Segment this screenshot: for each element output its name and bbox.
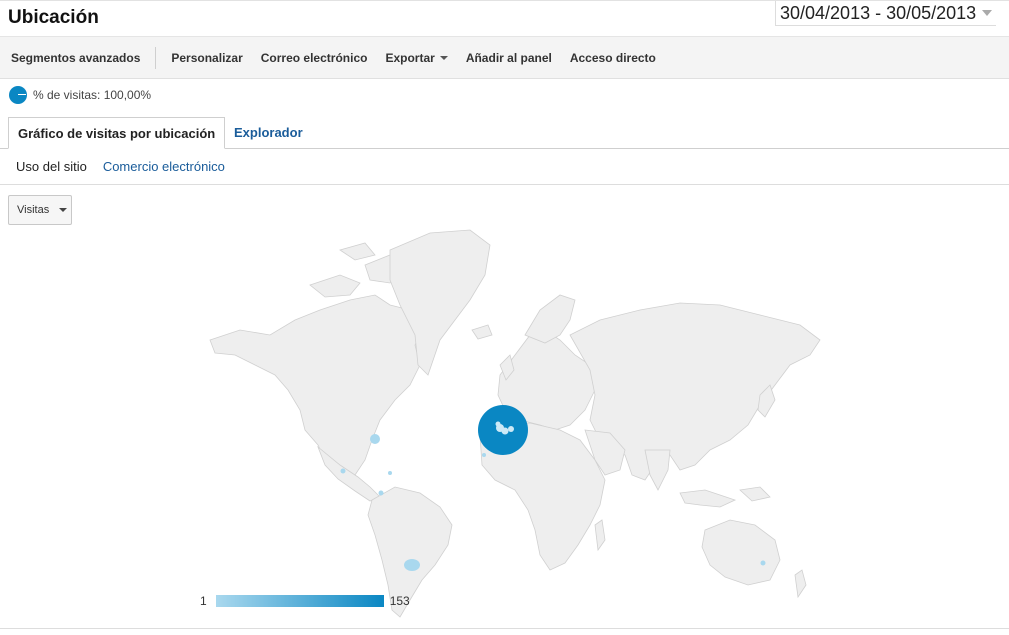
subtabs: Uso del sitio Comercio electrónico — [0, 149, 1009, 185]
chevron-down-icon — [59, 208, 68, 212]
tab-explorer[interactable]: Explorador — [225, 117, 312, 147]
date-range-label: 30/04/2013 - 30/05/2013 — [780, 2, 977, 23]
bubble-australia[interactable] — [760, 560, 766, 566]
segment-visits-label: % de visitas: 100,00% — [33, 88, 152, 102]
toolbar: Segmentos avanzados Personalizar Correo … — [0, 36, 1009, 79]
toolbar-divider — [155, 46, 157, 69]
map-india — [644, 449, 671, 491]
legend-min: 1 — [200, 594, 207, 608]
legend-max: 153 — [389, 594, 410, 608]
map-madagascar — [594, 519, 606, 552]
bubble-canary[interactable] — [482, 453, 486, 457]
subtab-ecommerce[interactable]: Comercio electrónico — [95, 159, 233, 174]
bubble-spain-cities — [495, 421, 501, 427]
export-label: Exportar — [385, 50, 435, 65]
map-australia — [701, 519, 781, 586]
advanced-segments-button[interactable]: Segmentos avanzados — [0, 51, 155, 65]
report-header: Ubicación 30/04/2013 - 30/05/2013 — [0, 0, 1009, 37]
map-legend: 1 153 — [200, 592, 410, 610]
bubble-spain-cities — [508, 426, 514, 432]
add-to-dashboard-button[interactable]: Añadir al panel — [457, 51, 561, 65]
bubble-colombia[interactable] — [378, 490, 384, 496]
tab-map-overlay[interactable]: Gráfico de visitas por ubicación — [8, 117, 226, 149]
email-button[interactable]: Correo electrónico — [252, 51, 377, 65]
bottom-divider — [0, 628, 1009, 629]
subtab-site-usage[interactable]: Uso del sitio — [0, 159, 95, 174]
world-map[interactable] — [200, 225, 830, 620]
page: Ubicación 30/04/2013 - 30/05/2013 Segmen… — [0, 0, 1009, 635]
shortcut-button[interactable]: Acceso directo — [561, 51, 665, 65]
map-scandinavia — [524, 294, 576, 344]
map-new-zealand — [794, 569, 807, 599]
bubble-usa-east[interactable] — [370, 434, 380, 444]
metric-dropdown-value: Visitas — [17, 204, 50, 216]
date-range-picker[interactable]: 30/04/2013 - 30/05/2013 — [775, 1, 997, 26]
chevron-down-icon — [439, 55, 448, 60]
metric-dropdown[interactable]: Visitas — [8, 195, 72, 225]
bubble-mexico[interactable] — [340, 468, 346, 474]
customize-button[interactable]: Personalizar — [162, 51, 251, 65]
pie-chart-icon — [9, 86, 27, 104]
map-north-america — [209, 294, 426, 476]
bubble-caribbean[interactable] — [388, 471, 392, 475]
segment-summary: % de visitas: 100,00% — [9, 85, 151, 105]
view-tabs: Gráfico de visitas por ubicación Explora… — [0, 117, 1009, 149]
page-title: Ubicación — [8, 7, 99, 28]
export-button[interactable]: Exportar — [376, 51, 456, 65]
map-iceland — [471, 324, 493, 340]
bubble-argentina[interactable] — [404, 559, 420, 571]
legend-gradient — [215, 595, 384, 607]
bubble-spain-cities — [501, 427, 509, 435]
chevron-down-icon[interactable] — [982, 10, 993, 16]
map-indonesia — [679, 486, 771, 508]
